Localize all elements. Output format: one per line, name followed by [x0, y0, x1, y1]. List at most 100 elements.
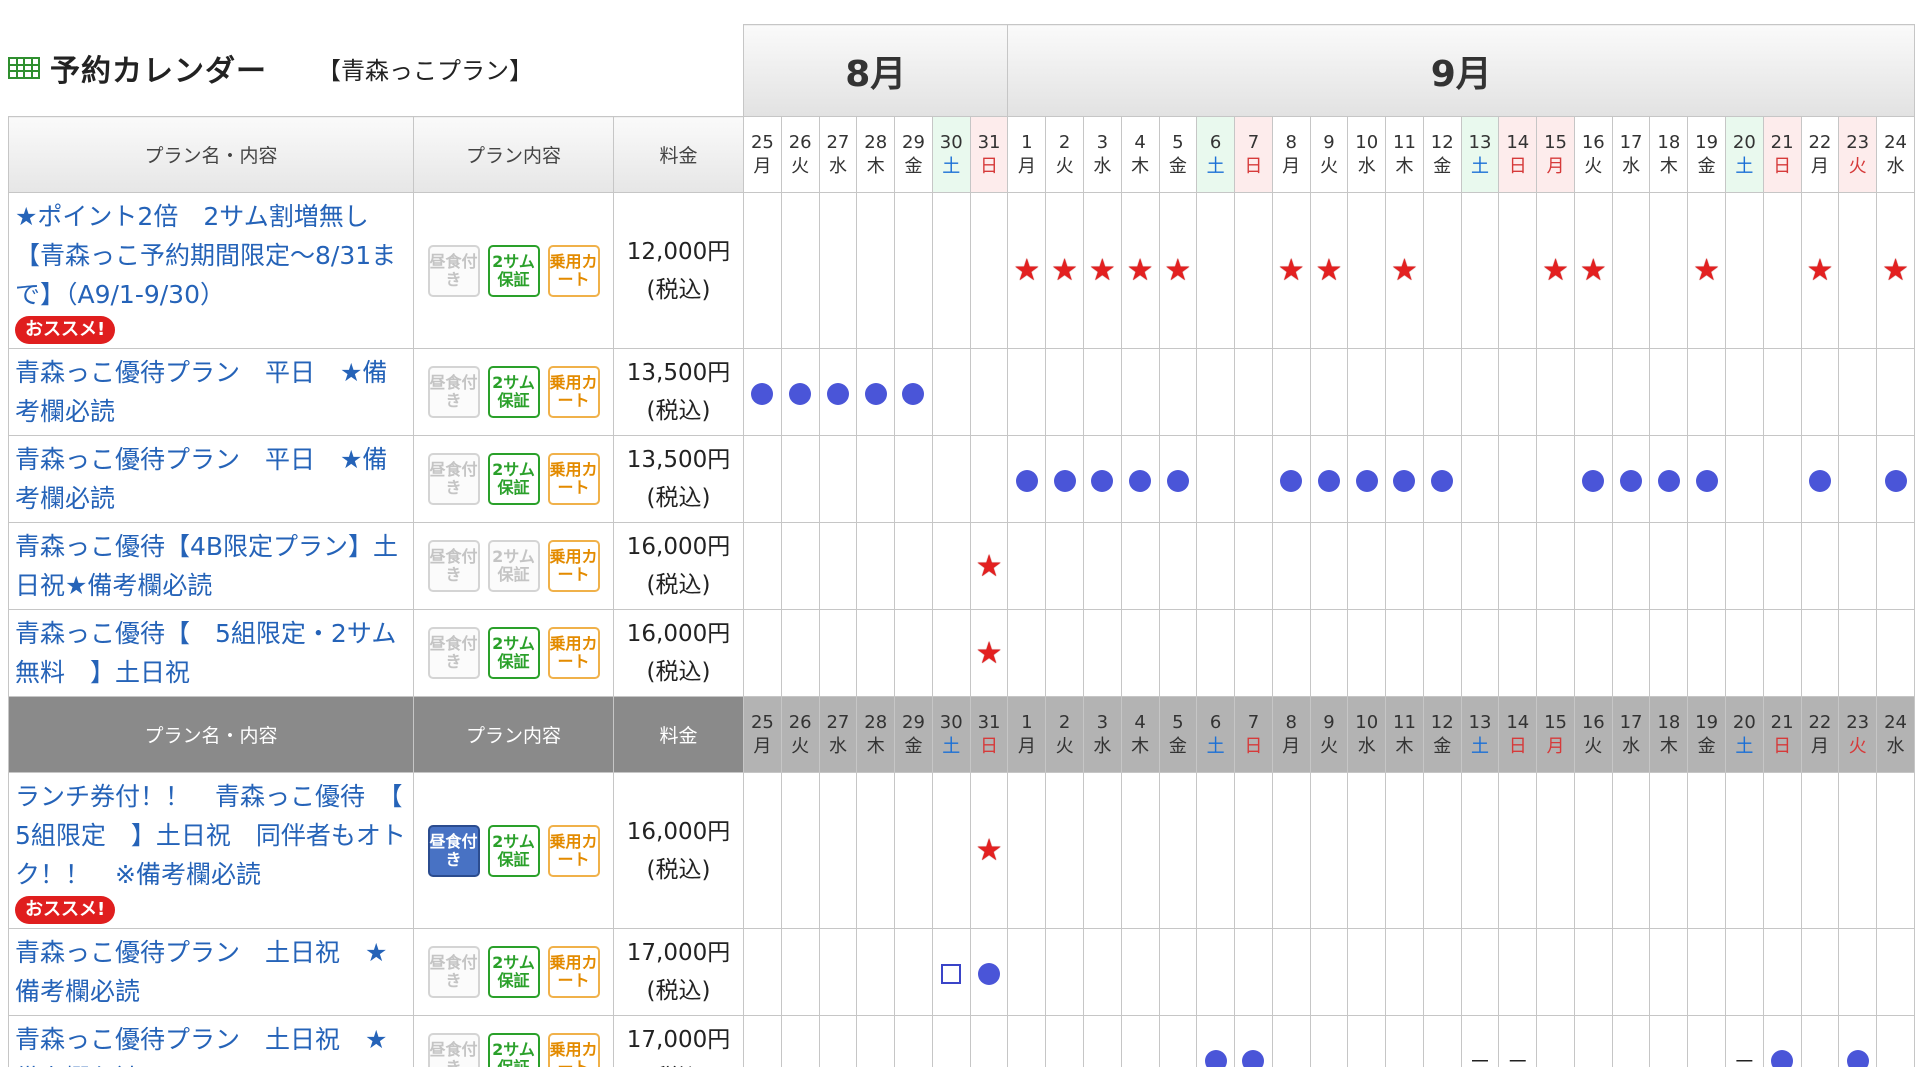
plan-link[interactable]: 青森っこ優待【4B限定プラン】土日祝★備考欄必読 [15, 527, 407, 605]
riding-cart-icon: 乗用カート [547, 366, 600, 418]
availability-cell[interactable] [1234, 1015, 1273, 1067]
availability-cell[interactable]: ★ [1045, 192, 1084, 349]
availability-cell[interactable]: ★ [969, 609, 1009, 697]
day-cell [1082, 1015, 1122, 1067]
availability-cell[interactable]: ★ [1309, 192, 1349, 349]
availability-cell[interactable]: ★ [1007, 192, 1047, 349]
availability-cell[interactable] [856, 348, 896, 436]
availability-cell[interactable] [1611, 435, 1651, 523]
availability-cell[interactable]: ★ [1271, 192, 1311, 349]
available-circle-icon[interactable] [1091, 469, 1114, 492]
availability-cell[interactable]: ★ [969, 522, 1009, 610]
available-star-icon[interactable]: ★ [976, 636, 1003, 671]
availability-cell[interactable] [1271, 435, 1311, 523]
availability-cell[interactable]: － [1460, 1015, 1500, 1067]
available-star-icon[interactable]: ★ [1089, 253, 1116, 288]
plan-link[interactable]: 青森っこ優待プラン 平日 ★備考欄必読 [15, 353, 407, 431]
availability-cell[interactable] [969, 928, 1009, 1016]
availability-cell[interactable]: ★ [1687, 192, 1726, 349]
availability-cell[interactable]: ★ [1800, 192, 1840, 349]
available-circle-icon[interactable] [1204, 1049, 1227, 1067]
availability-cell[interactable]: ★ [1536, 192, 1575, 349]
available-star-icon[interactable]: ★ [1806, 253, 1833, 288]
available-circle-icon[interactable] [1355, 469, 1378, 492]
plan-link[interactable]: 青森っこ優待プラン 平日 ★備考欄必読 [15, 440, 407, 518]
available-circle-icon[interactable] [1393, 469, 1416, 492]
available-star-icon[interactable]: ★ [1127, 253, 1154, 288]
available-circle-icon[interactable] [1884, 469, 1907, 492]
available-circle-icon[interactable] [1431, 469, 1454, 492]
plan-link[interactable]: ★ポイント2倍 2サム割増無し【青森っこ予約期間限定～8/31まで】（A9/1-… [15, 197, 407, 314]
availability-cell[interactable]: ★ [1120, 192, 1160, 349]
availability-cell[interactable] [1007, 435, 1047, 523]
available-circle-icon[interactable] [902, 382, 925, 405]
availability-cell[interactable] [1385, 435, 1424, 523]
availability-cell[interactable] [1120, 435, 1160, 523]
available-circle-icon[interactable] [1129, 469, 1152, 492]
availability-cell[interactable] [1838, 1015, 1878, 1067]
available-circle-icon[interactable] [1242, 1049, 1265, 1067]
availability-cell[interactable]: ★ [1876, 192, 1915, 349]
day-cell [856, 772, 896, 929]
available-circle-icon[interactable] [1657, 469, 1680, 492]
available-circle-icon[interactable] [751, 382, 774, 405]
availability-cell[interactable]: － [1724, 1015, 1764, 1067]
available-circle-icon[interactable] [789, 382, 812, 405]
availability-cell[interactable] [743, 348, 782, 436]
availability-cell[interactable] [1649, 435, 1689, 523]
availability-cell[interactable] [1309, 435, 1349, 523]
available-circle-icon[interactable] [864, 382, 887, 405]
available-star-icon[interactable]: ★ [1051, 253, 1078, 288]
available-star-icon[interactable]: ★ [976, 549, 1003, 584]
availability-cell[interactable] [1082, 435, 1122, 523]
available-circle-icon[interactable] [1771, 1049, 1794, 1067]
available-circle-icon[interactable] [1582, 469, 1605, 492]
available-circle-icon[interactable] [1317, 469, 1340, 492]
available-star-icon[interactable]: ★ [1164, 253, 1191, 288]
availability-cell[interactable]: ★ [1385, 192, 1424, 349]
available-star-icon[interactable]: ★ [1013, 253, 1040, 288]
availability-cell[interactable] [1573, 435, 1613, 523]
availability-cell[interactable] [931, 928, 971, 1016]
available-circle-icon[interactable] [1015, 469, 1038, 492]
available-circle-icon[interactable] [1620, 469, 1643, 492]
available-circle-icon[interactable] [1808, 469, 1831, 492]
available-star-icon[interactable]: ★ [1580, 253, 1607, 288]
availability-cell[interactable]: － [1498, 1015, 1538, 1067]
available-circle-icon[interactable] [1695, 469, 1718, 492]
available-circle-icon[interactable] [1166, 469, 1189, 492]
plan-link[interactable]: 青森っこ優待【 5組限定・2サム無料 】土日祝 [15, 614, 407, 692]
availability-cell[interactable]: ★ [1573, 192, 1613, 349]
availability-cell[interactable] [1196, 1015, 1236, 1067]
few-left-square-icon[interactable] [941, 963, 962, 984]
available-circle-icon[interactable] [1280, 469, 1303, 492]
available-star-icon[interactable]: ★ [1391, 253, 1418, 288]
availability-cell[interactable] [1876, 435, 1915, 523]
availability-cell[interactable] [1045, 435, 1084, 523]
available-star-icon[interactable]: ★ [976, 833, 1003, 868]
available-circle-icon[interactable] [978, 962, 1001, 985]
availability-cell[interactable]: ★ [969, 772, 1009, 929]
availability-cell[interactable] [780, 348, 820, 436]
availability-cell[interactable]: ★ [1082, 192, 1122, 349]
availability-cell[interactable]: ★ [1158, 192, 1198, 349]
available-star-icon[interactable]: ★ [1882, 253, 1909, 288]
availability-cell[interactable] [1347, 435, 1387, 523]
available-circle-icon[interactable] [1846, 1049, 1869, 1067]
plan-link[interactable]: 青森っこ優待プラン 土日祝 ★備考欄必読 [15, 1020, 407, 1067]
availability-cell[interactable] [1687, 435, 1726, 523]
available-circle-icon[interactable] [1053, 469, 1076, 492]
availability-cell[interactable] [894, 348, 933, 436]
available-star-icon[interactable]: ★ [1278, 253, 1305, 288]
availability-cell[interactable] [1762, 1015, 1802, 1067]
available-star-icon[interactable]: ★ [1542, 253, 1569, 288]
plan-link[interactable]: ランチ券付！！ 青森っこ優待 【 5組限定 】土日祝 同伴者もオトク！！ ※備考… [15, 777, 428, 894]
availability-cell[interactable] [1422, 435, 1462, 523]
availability-cell[interactable] [1158, 435, 1198, 523]
available-circle-icon[interactable] [826, 382, 849, 405]
available-star-icon[interactable]: ★ [1693, 253, 1720, 288]
availability-cell[interactable] [1800, 435, 1840, 523]
available-star-icon[interactable]: ★ [1315, 253, 1342, 288]
availability-cell[interactable] [818, 348, 858, 436]
plan-link[interactable]: 青森っこ優待プラン 土日祝 ★備考欄必読 [15, 933, 407, 1011]
